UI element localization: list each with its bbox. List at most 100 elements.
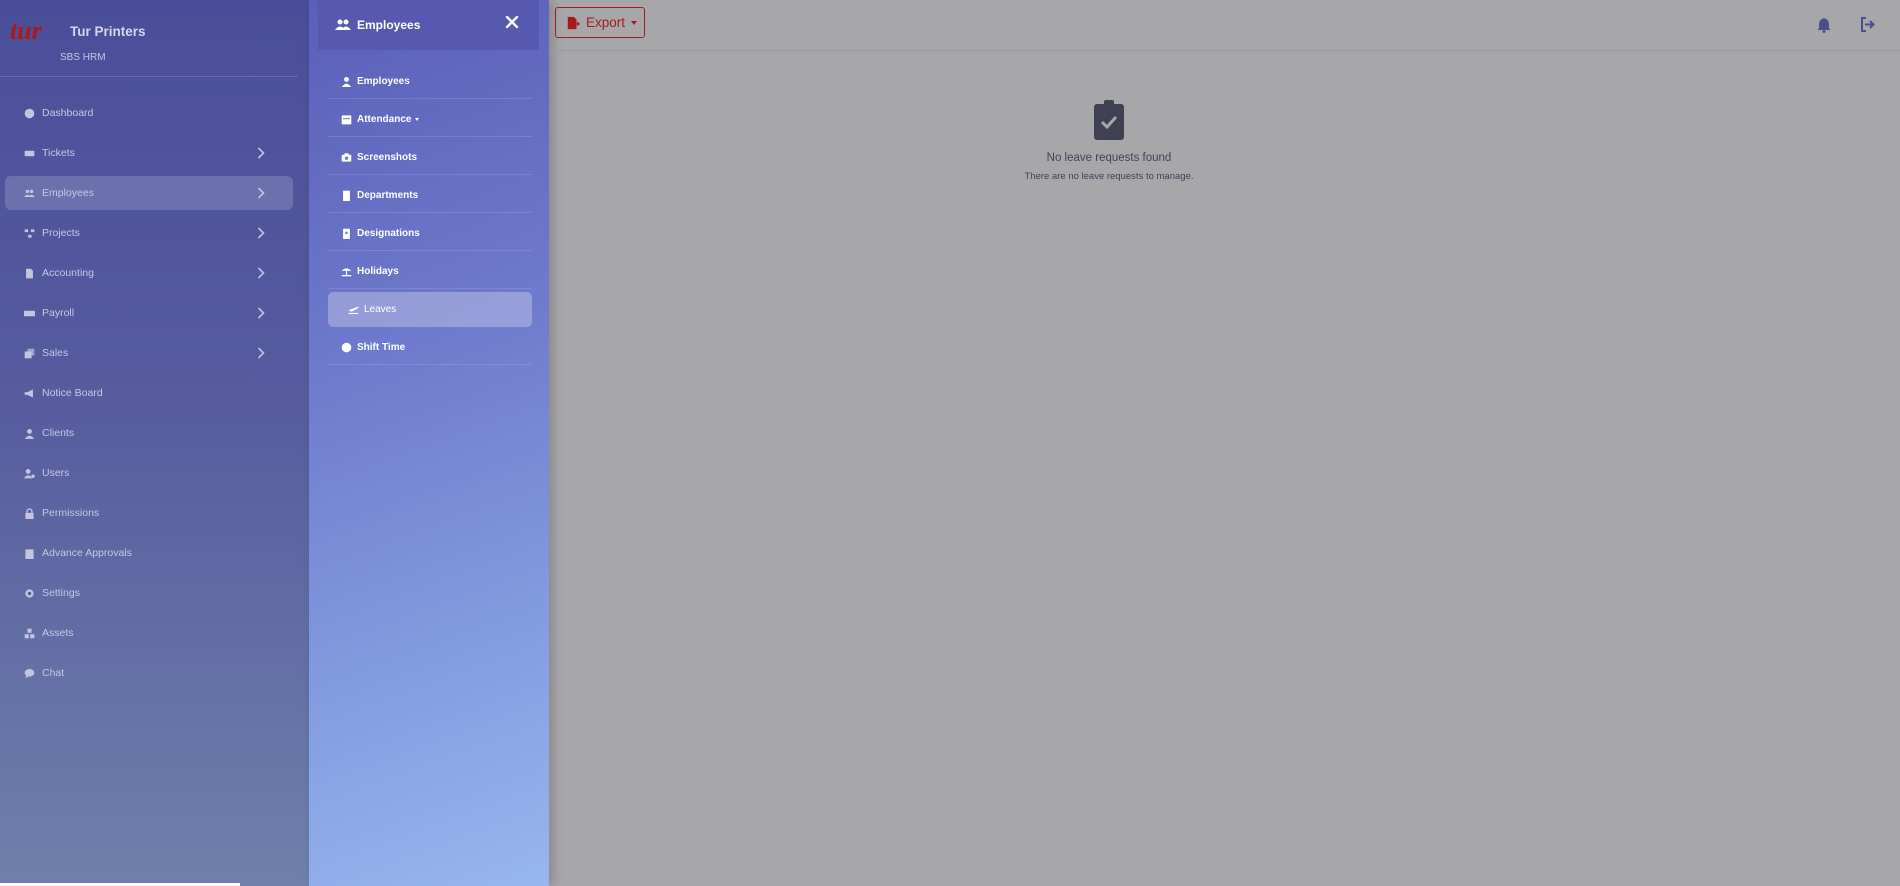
sidebar-item-users[interactable]: Users	[5, 456, 293, 490]
sidebar-item-notice-board[interactable]: Notice Board	[5, 376, 293, 410]
sidebar-item-label: Permissions	[42, 507, 100, 519]
submenu-item-label: Shift Time	[357, 341, 406, 353]
caret-down-icon	[631, 20, 638, 25]
submenu-item-holidays[interactable]: Holidays	[328, 254, 532, 289]
empty-state: No leave requests found There are no lea…	[972, 100, 1246, 182]
sidebar-item-accounting[interactable]: Accounting	[5, 256, 293, 290]
sidebar-item-label: Chat	[42, 667, 65, 679]
camera-icon	[340, 152, 352, 163]
submenu-item-designations[interactable]: Designations	[328, 216, 532, 251]
submenu-item-label: Employees	[357, 75, 410, 87]
sidebar-item-label: Clients	[42, 427, 75, 439]
sidebar-item-employees[interactable]: Employees	[5, 176, 293, 210]
submenu-list: Employees Attendance Screenshots Departm…	[328, 64, 532, 368]
sidebar-item-label: Projects	[42, 227, 80, 239]
sidebar-item-permissions[interactable]: Permissions	[5, 496, 293, 530]
ticket-icon	[23, 147, 35, 159]
submenu-item-label: Leaves	[364, 304, 397, 315]
sidebar-item-clients[interactable]: Clients	[5, 416, 293, 450]
boxes-icon	[23, 627, 35, 639]
export-button[interactable]: Export	[555, 7, 645, 38]
submenu-title: Employees	[357, 18, 421, 32]
plane-departure-icon	[347, 304, 359, 315]
sidebar-nav: Dashboard Tickets Employees Projects Acc…	[5, 96, 293, 696]
close-icon[interactable]	[505, 15, 519, 29]
brand-name: Tur Printers	[70, 24, 146, 39]
money-bill-icon	[23, 307, 35, 319]
id-badge-icon	[340, 228, 352, 239]
sidebar-item-label: Notice Board	[42, 387, 103, 399]
brand[interactable]: tur Tur Printers SBS HRM	[10, 16, 300, 66]
sidebar-item-dashboard[interactable]: Dashboard	[5, 96, 293, 130]
clipboard-icon	[23, 547, 35, 559]
sales-icon	[23, 347, 35, 359]
topbar: Export	[549, 0, 1900, 51]
export-label: Export	[586, 15, 626, 30]
submenu-item-leaves[interactable]: Leaves	[328, 292, 532, 327]
submenu-item-label: Attendance	[357, 113, 412, 125]
comment-icon	[23, 667, 35, 679]
bell-icon[interactable]	[1817, 17, 1831, 33]
chevron-right-icon	[257, 307, 265, 319]
sidebar-item-settings[interactable]: Settings	[5, 576, 293, 610]
sidebar-item-advance-approvals[interactable]: Advance Approvals	[5, 536, 293, 570]
sidebar-item-label: Advance Approvals	[42, 547, 132, 559]
submenu-item-label: Departments	[357, 189, 419, 201]
main-sidebar: tur Tur Printers SBS HRM Dashboard Ticke…	[0, 0, 309, 886]
sidebar-item-label: Accounting	[42, 267, 94, 279]
building-icon	[340, 190, 352, 201]
employees-submenu-panel: Employees Employees Attendance Screensho…	[309, 0, 549, 886]
clipboard-check-icon	[1094, 100, 1124, 140]
file-invoice-icon	[23, 267, 35, 279]
sidebar-item-label: Users	[42, 467, 70, 479]
sidebar-item-projects[interactable]: Projects	[5, 216, 293, 250]
brand-divider	[0, 76, 298, 77]
submenu-item-shift-time[interactable]: Shift Time	[328, 330, 532, 365]
svg-text:tur: tur	[10, 16, 43, 45]
caret-down-icon	[415, 117, 420, 121]
clock-icon	[340, 342, 352, 353]
users-icon	[335, 19, 351, 31]
gear-icon	[23, 587, 35, 599]
submenu-item-label: Screenshots	[357, 151, 418, 163]
sidebar-item-label: Dashboard	[42, 107, 94, 119]
submenu-header: Employees	[318, 0, 539, 50]
submenu-item-attendance[interactable]: Attendance	[328, 102, 532, 137]
brand-subtitle: SBS HRM	[60, 52, 106, 63]
user-cog-icon	[23, 467, 35, 479]
sidebar-item-assets[interactable]: Assets	[5, 616, 293, 650]
calendar-icon	[340, 114, 352, 125]
chevron-right-icon	[257, 147, 265, 159]
sidebar-item-label: Settings	[42, 587, 80, 599]
sidebar-item-label: Sales	[42, 347, 69, 359]
sidebar-item-tickets[interactable]: Tickets	[5, 136, 293, 170]
dashboard-icon	[23, 107, 35, 119]
submenu-item-departments[interactable]: Departments	[328, 178, 532, 213]
sidebar-item-label: Assets	[42, 627, 74, 639]
user-icon	[23, 427, 35, 439]
submenu-item-label: Holidays	[357, 265, 399, 277]
users-icon	[23, 187, 35, 199]
user-icon	[340, 76, 352, 87]
file-export-icon	[566, 16, 580, 30]
chevron-right-icon	[257, 227, 265, 239]
brand-logo: tur	[10, 16, 43, 45]
logout-icon[interactable]	[1860, 17, 1876, 32]
empty-state-title: No leave requests found	[1046, 152, 1172, 164]
empty-state-subtitle: There are no leave requests to manage.	[1024, 171, 1194, 182]
chevron-right-icon	[257, 347, 265, 359]
submenu-item-label: Designations	[357, 227, 420, 239]
sidebar-item-label: Payroll	[42, 307, 75, 319]
submenu-item-employees[interactable]: Employees	[328, 64, 532, 99]
umbrella-beach-icon	[340, 266, 352, 277]
chevron-right-icon	[257, 187, 265, 199]
sidebar-item-label: Employees	[42, 187, 94, 199]
submenu-item-screenshots[interactable]: Screenshots	[328, 140, 532, 175]
project-diagram-icon	[23, 227, 35, 239]
sidebar-item-chat[interactable]: Chat	[5, 656, 293, 690]
bullhorn-icon	[23, 387, 35, 399]
sidebar-item-sales[interactable]: Sales	[5, 336, 293, 370]
sidebar-item-payroll[interactable]: Payroll	[5, 296, 293, 330]
sidebar-item-label: Tickets	[42, 147, 75, 159]
lock-icon	[23, 507, 35, 519]
